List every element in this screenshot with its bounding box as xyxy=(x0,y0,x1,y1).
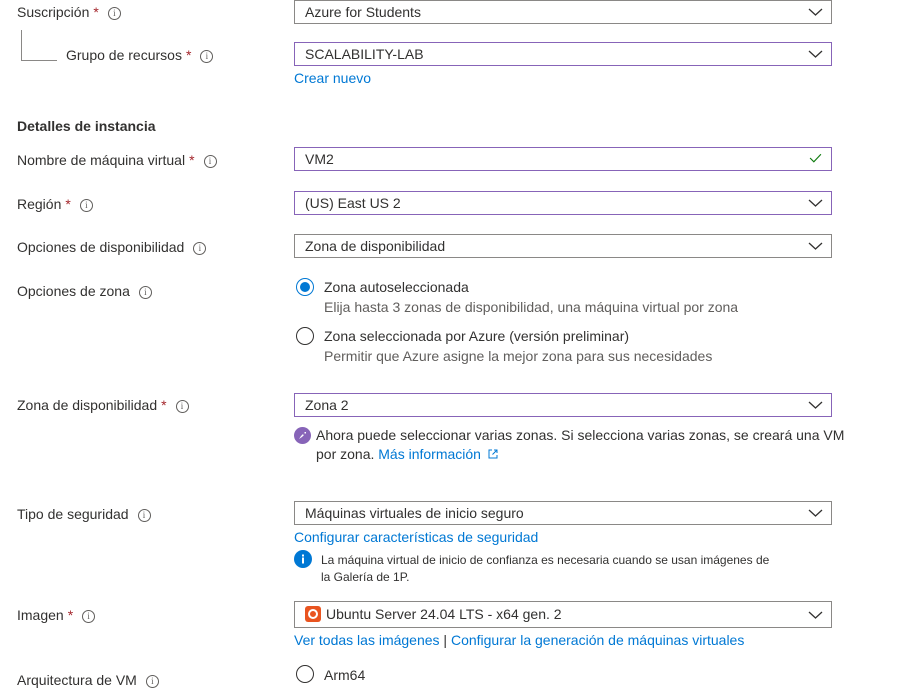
info-icon[interactable]: i xyxy=(203,155,217,168)
region-select[interactable]: (US) East US 2 xyxy=(294,191,832,215)
rocket-icon xyxy=(294,427,311,444)
info-icon[interactable]: i xyxy=(200,50,214,63)
nombre-vm-input[interactable]: VM2 xyxy=(294,147,832,171)
radio-zona-azure[interactable] xyxy=(296,327,314,345)
seguridad-label: Tipo de seguridad i xyxy=(17,506,151,522)
disponibilidad-label: Opciones de disponibilidad i xyxy=(17,239,207,255)
chevron-down-icon xyxy=(808,50,823,58)
zona-disp-select[interactable]: Zona 2 xyxy=(294,393,832,417)
chevron-down-icon xyxy=(808,242,823,250)
info-icon[interactable]: i xyxy=(79,199,93,212)
ubuntu-logo-icon xyxy=(305,606,321,622)
tree-connector-h xyxy=(21,60,57,61)
radio-zona-autoseleccionada[interactable] xyxy=(296,278,314,296)
option-desc: Permitir que Azure asigne la mejor zona … xyxy=(324,348,713,364)
radio-arm64[interactable] xyxy=(296,665,314,683)
seguridad-select[interactable]: Máquinas virtuales de inicio seguro xyxy=(294,501,832,525)
option-title: Zona autoseleccionada xyxy=(324,279,469,295)
seguridad-note: La máquina virtual de inicio de confianz… xyxy=(321,553,770,584)
zona-message: Ahora puede seleccionar varias zonas. Si… xyxy=(316,427,845,462)
info-icon[interactable]: i xyxy=(193,242,207,255)
link-separator: | xyxy=(443,632,448,648)
ver-imagenes-link[interactable]: Ver todas las imágenes xyxy=(294,632,440,648)
suscripcion-select[interactable]: Azure for Students xyxy=(294,0,832,24)
grupo-recursos-select[interactable]: SCALABILITY-LAB xyxy=(294,42,832,66)
arquitectura-label: Arquitectura de VM i xyxy=(17,672,159,688)
arm64-label: Arm64 xyxy=(324,667,366,683)
imagen-label: Imagen * i xyxy=(17,607,96,623)
imagen-select[interactable]: Ubuntu Server 24.04 LTS - x64 gen. 2 xyxy=(294,601,832,628)
zona-disp-label: Zona de disponibilidad * i xyxy=(17,397,189,413)
grupo-label: Grupo de recursos * i xyxy=(66,47,214,63)
tree-connector xyxy=(21,30,22,60)
zona-opciones-label: Opciones de zona i xyxy=(17,283,152,299)
info-icon[interactable]: i xyxy=(137,509,151,522)
chevron-down-icon xyxy=(808,611,823,619)
configurar-seguridad-link[interactable]: Configurar características de seguridad xyxy=(294,529,538,545)
nombre-vm-label: Nombre de máquina virtual * i xyxy=(17,152,217,168)
crear-nuevo-link[interactable]: Crear nuevo xyxy=(294,70,371,86)
option-desc: Elija hasta 3 zonas de disponibilidad, u… xyxy=(324,299,739,315)
region-label: Región * i xyxy=(17,196,93,212)
chevron-down-icon xyxy=(808,509,823,517)
info-icon[interactable]: i xyxy=(107,7,121,20)
suscripcion-label: Suscripción * i xyxy=(17,4,121,20)
info-icon[interactable]: i xyxy=(138,286,152,299)
imagen-links: Ver todas las imágenes | Configurar la g… xyxy=(294,632,744,648)
chevron-down-icon xyxy=(808,401,823,409)
info-icon[interactable]: i xyxy=(145,675,159,688)
chevron-down-icon xyxy=(808,199,823,207)
configurar-generacion-link[interactable]: Configurar la generación de máquinas vir… xyxy=(451,632,744,648)
mas-informacion-link[interactable]: Más información xyxy=(378,446,481,462)
info-icon[interactable]: i xyxy=(82,610,96,623)
disponibilidad-select[interactable]: Zona de disponibilidad xyxy=(294,234,832,258)
chevron-down-icon xyxy=(808,8,823,16)
external-link-icon xyxy=(488,449,498,459)
checkmark-icon xyxy=(809,153,822,163)
info-icon xyxy=(294,550,312,568)
section-title: Detalles de instancia xyxy=(17,118,156,134)
info-icon[interactable]: i xyxy=(175,400,189,413)
option-title: Zona seleccionada por Azure (versión pre… xyxy=(324,328,630,344)
